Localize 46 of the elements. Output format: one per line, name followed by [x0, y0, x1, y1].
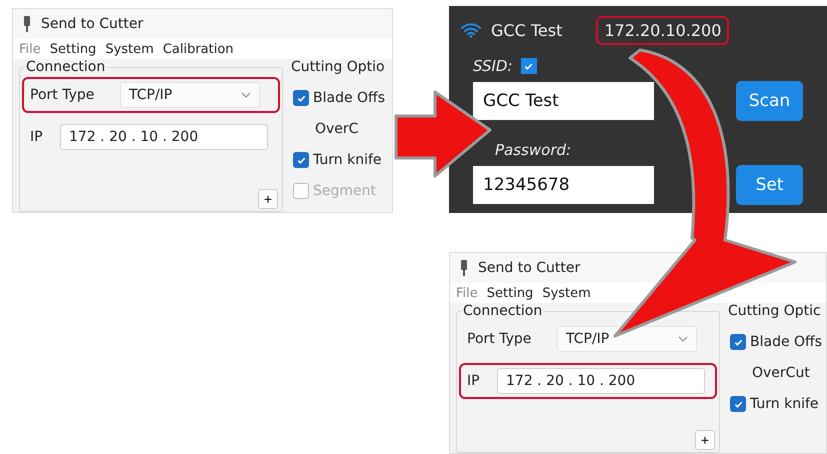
field-label: IP	[467, 373, 481, 389]
option-label: OverCut	[751, 365, 811, 381]
menu-item[interactable]: System	[105, 42, 154, 56]
scan-button[interactable]: Scan	[736, 81, 803, 121]
ssid-checkbox[interactable]	[520, 58, 537, 74]
group-title: Cutting Optic	[727, 303, 822, 319]
option-label: OverC	[314, 121, 360, 137]
checkmark-icon	[296, 156, 306, 164]
network-name: GCC Test	[491, 21, 562, 40]
menu-item[interactable]: Calibration	[162, 42, 234, 56]
menu-item[interactable]: System	[542, 286, 591, 300]
checkbox-option[interactable]: Blade Offs	[730, 334, 823, 350]
password-label: Password:	[494, 141, 572, 159]
checkmark-icon	[524, 62, 534, 70]
field-label: Port Type	[467, 331, 532, 347]
set-button[interactable]: Set	[736, 165, 803, 205]
ip-address-field[interactable]: 172 . 20 . 10 . 200	[497, 368, 705, 394]
port-type-dropdown[interactable]: TCP/IP	[120, 82, 260, 108]
menu-item[interactable]: Setting	[486, 286, 534, 300]
port-type-dropdown[interactable]: TCP/IP	[557, 326, 697, 352]
checkmark-icon	[734, 400, 742, 408]
group-title: Cutting Optio	[290, 59, 386, 75]
checkmark-icon	[734, 338, 742, 346]
chevron-down-icon	[241, 92, 251, 98]
wifi-icon	[461, 23, 481, 38]
window-title: Send to Cutter	[41, 16, 144, 32]
add-button[interactable]: +	[695, 430, 715, 450]
checkmark-icon	[296, 94, 306, 102]
field-label: IP	[30, 129, 44, 145]
group-title: Connection	[25, 59, 106, 75]
checkbox-option[interactable]: Turn knife	[293, 152, 387, 168]
ssid-field[interactable]: GCC Test	[473, 82, 654, 120]
checkbox-option[interactable]: Blade Offs	[293, 90, 387, 106]
password-field[interactable]: 12345678	[473, 166, 654, 204]
pin-icon	[460, 260, 468, 276]
ip-address: 172.20.10.200	[596, 16, 730, 45]
group-title: Connection	[462, 303, 544, 319]
window-title: Send to Cutter	[478, 260, 580, 276]
ssid-label: SSID:	[473, 57, 513, 75]
menu-item[interactable]: Setting	[50, 42, 96, 56]
field-label: Port Type	[30, 87, 96, 103]
add-button[interactable]: +	[258, 189, 278, 209]
checkbox-option[interactable]: Turn knife	[730, 396, 823, 412]
pin-icon	[23, 16, 31, 32]
chevron-down-icon	[678, 336, 688, 342]
ip-address-field[interactable]: 172 . 20 . 10 . 200	[60, 124, 268, 150]
